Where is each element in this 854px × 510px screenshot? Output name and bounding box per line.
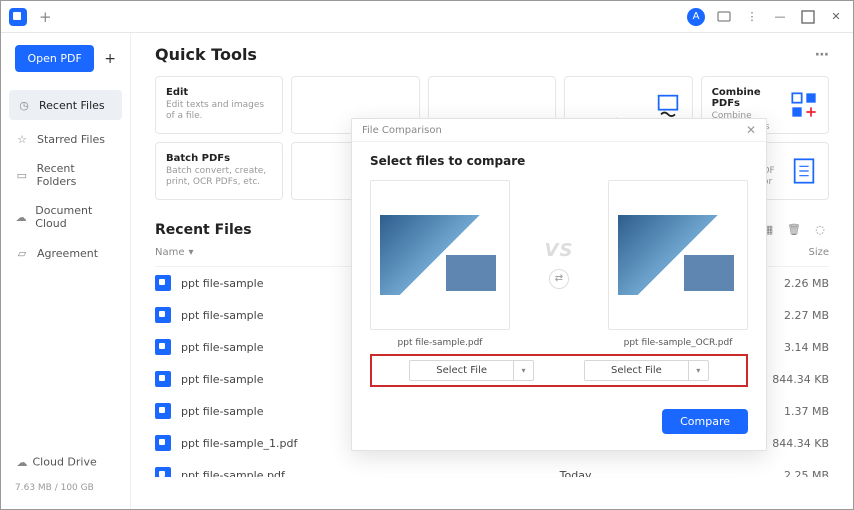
dialog-heading: Select files to compare (370, 154, 748, 168)
dialog-title: File Comparison (362, 125, 442, 136)
file-comparison-dialog: File Comparison ✕ Select files to compar… (351, 118, 767, 451)
file-name-a: ppt file-sample.pdf (398, 338, 483, 348)
close-button[interactable]: ✕ (827, 9, 845, 25)
titlebar: + A ⋮ — ✕ (1, 1, 853, 33)
pdf-icon (155, 307, 171, 323)
sidebar-item-document-cloud[interactable]: ☁ Document Cloud (1, 196, 130, 238)
tool-edit[interactable]: Edit Edit texts and images of a file. (155, 76, 283, 134)
select-file-label: Select File (585, 361, 688, 380)
tool-title: Batch PDFs (166, 153, 272, 164)
tool-title: Edit (166, 87, 272, 98)
more-tools-button[interactable]: ⋯ (815, 47, 829, 63)
tool-desc: Batch convert, create, print, OCR PDFs, … (166, 166, 272, 188)
sidebar-item-label: Document Cloud (35, 204, 116, 230)
cloud-icon: ☁ (15, 210, 27, 224)
convert-icon (654, 91, 682, 119)
page-title: Quick Tools (155, 45, 257, 64)
clock-icon: ◷ (17, 98, 31, 112)
select-file-b-button[interactable]: Select File ▾ (584, 360, 709, 381)
delete-button[interactable]: 🗑 (785, 221, 803, 239)
new-tab-button[interactable]: + (39, 8, 52, 26)
messages-icon[interactable] (715, 9, 733, 25)
open-pdf-button[interactable]: Open PDF (15, 45, 94, 72)
storage-text: 7.63 MB / 100 GB (1, 479, 130, 497)
vs-label: VS (524, 240, 594, 261)
pdf-icon (155, 339, 171, 355)
avatar[interactable]: A (687, 8, 705, 26)
tool-batch-pdfs[interactable]: Batch PDFs Batch convert, create, print,… (155, 142, 283, 200)
sidebar-item-recent-files[interactable]: ◷ Recent Files (9, 90, 122, 120)
file-date: Today (560, 469, 749, 478)
close-icon[interactable]: ✕ (746, 123, 756, 137)
chevron-down-icon[interactable]: ▾ (513, 361, 533, 380)
star-icon: ☆ (15, 132, 29, 146)
sidebar: Open PDF + ◷ Recent Files ☆ Starred File… (1, 33, 131, 509)
swap-button[interactable]: ⇄ (549, 269, 569, 289)
cloud-drive-link[interactable]: ☁ Cloud Drive (1, 445, 130, 479)
compare-slot-b: ppt file-sample_OCR.pdf (608, 180, 748, 348)
more-icon[interactable]: ⋮ (743, 9, 761, 25)
pdf-icon (155, 467, 171, 477)
select-file-label: Select File (410, 361, 513, 380)
table-row[interactable]: ppt file-sample.pdfToday2.25 MB (155, 459, 829, 477)
sidebar-item-label: Starred Files (37, 133, 105, 146)
compare-button[interactable]: Compare (662, 409, 748, 434)
sidebar-item-starred-files[interactable]: ☆ Starred Files (1, 124, 130, 154)
pdf-icon (155, 275, 171, 291)
sort-icon: ▾ (189, 247, 194, 258)
pdf-icon (155, 403, 171, 419)
sidebar-item-recent-folders[interactable]: ▭ Recent Folders (1, 154, 130, 196)
minimize-button[interactable]: — (771, 9, 789, 25)
folder-icon: ▭ (15, 168, 29, 182)
sidebar-item-label: Recent Files (39, 99, 105, 112)
sidebar-item-agreement[interactable]: ▱ Agreement (1, 238, 130, 268)
cloud-drive-label: Cloud Drive (33, 456, 97, 469)
tool-desc: Edit texts and images of a file. (166, 100, 272, 122)
pdf-icon (155, 435, 171, 451)
add-file-button[interactable]: + (104, 51, 116, 67)
select-file-a-button[interactable]: Select File ▾ (409, 360, 534, 381)
document-icon: ▱ (15, 246, 29, 260)
col-name-label: Name (155, 247, 185, 258)
select-file-highlight: Select File ▾ Select File ▾ (370, 354, 748, 387)
template-icon (790, 157, 818, 185)
pdf-icon (155, 371, 171, 387)
file-name-b: ppt file-sample_OCR.pdf (624, 338, 733, 348)
sidebar-item-label: Recent Folders (37, 162, 116, 188)
combine-icon (790, 91, 818, 119)
sidebar-item-label: Agreement (37, 247, 98, 260)
tool-title: Combine PDFs (712, 87, 782, 109)
chevron-down-icon[interactable]: ▾ (688, 361, 708, 380)
maximize-button[interactable] (799, 9, 817, 25)
cloud-icon: ☁ (15, 455, 29, 469)
file-name: ppt file-sample.pdf (181, 469, 560, 478)
file-thumbnail-a[interactable] (370, 180, 510, 330)
main: Quick Tools ⋯ Edit Edit texts and images… (131, 33, 853, 509)
file-thumbnail-b[interactable] (608, 180, 748, 330)
recent-files-title: Recent Files (155, 222, 252, 238)
filter-button[interactable]: ◌ (811, 221, 829, 239)
compare-slot-a: ppt file-sample.pdf (370, 180, 510, 348)
file-size: 2.25 MB (749, 469, 829, 478)
app-logo (9, 8, 27, 26)
